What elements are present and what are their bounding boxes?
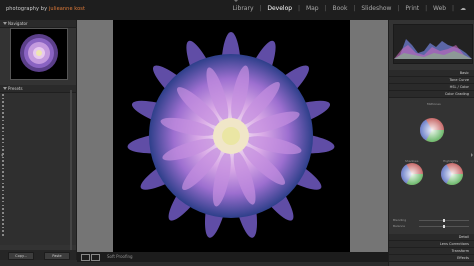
collapse-triangle-icon[interactable] [3,87,7,90]
softproof-label[interactable]: Soft Proofing [107,254,133,259]
module-separator: | [324,5,327,12]
hsl-panel-header[interactable]: HSL / Color [389,84,474,91]
identity-prefix: photography by [6,6,49,12]
effects-panel-header[interactable]: Effects [389,255,474,262]
module-separator: | [298,5,301,12]
blending-label: Blending [393,218,407,222]
module-separator: | [397,5,400,12]
paste-button[interactable]: Paste [44,252,70,260]
slider-knob[interactable] [443,219,445,222]
balance-slider[interactable] [419,225,469,228]
transform-title: Transform [451,249,469,253]
detail-title: Detail [458,235,469,239]
blending-slider[interactable] [419,219,469,222]
left-panel: Navigator Presets Copy... Paste [0,20,77,260]
midtones-label: Midtones [427,102,441,106]
basic-panel-header[interactable]: Basic [389,70,474,77]
before-after-icon[interactable] [91,254,100,261]
left-panel-buttons: Copy... Paste [0,250,76,260]
transform-panel-header[interactable]: Transform [389,248,474,255]
collapse-triangle-icon[interactable] [3,22,7,25]
presets-scrollbar[interactable] [70,90,72,252]
presets-title: Presets [8,86,23,91]
tone-curve-panel-header[interactable]: Tone Curve [389,77,474,84]
module-library[interactable]: Library [233,5,254,12]
identity-bar: photography by julieanne kost Library | … [0,0,474,21]
copy-button[interactable]: Copy... [8,252,34,260]
module-web[interactable]: Web [433,5,446,12]
main-photo[interactable] [113,20,350,252]
histogram[interactable] [393,24,473,64]
image-canvas[interactable] [77,20,388,252]
lens-panel-header[interactable]: Lens Corrections [389,241,474,248]
module-book[interactable]: Book [333,5,348,12]
slider-knob[interactable] [443,225,445,228]
preset-row[interactable] [0,233,76,237]
histogram-graph [394,25,472,63]
hsl-title: HSL / Color [449,85,469,89]
module-separator: | [259,5,262,12]
identity-name: julieanne kost [48,6,86,12]
module-separator: | [425,5,428,12]
left-panel-toggle-icon[interactable] [1,153,3,157]
color-grading-wheels[interactable] [389,100,474,218]
tone-curve-title: Tone Curve [449,78,470,82]
chrysanthemum-image [113,20,350,252]
flower-thumbnail [11,29,67,79]
loupe-view-icon[interactable] [81,254,90,261]
basic-title: Basic [459,71,469,75]
module-map[interactable]: Map [306,5,319,12]
module-picker: Library | Develop | Map | Book | Slidesh… [229,5,466,12]
balance-label: Balance [393,224,405,228]
top-panel-toggle-icon[interactable] [234,0,238,2]
shadows-label: Shadows [405,159,419,163]
navigator-title: Navigator [8,21,28,26]
effects-title: Effects [457,256,469,260]
toolbar: Soft Proofing [77,252,388,262]
navigator-header[interactable]: Navigator [0,20,76,28]
module-separator: | [452,5,455,12]
module-slideshow[interactable]: Slideshow [361,5,391,12]
presets-header[interactable]: Presets [0,85,76,93]
color-grading-title: Color Grading [444,92,469,96]
presets-list [0,93,76,245]
lens-title: Lens Corrections [439,242,469,246]
module-develop[interactable]: Develop [267,5,292,12]
right-panel-toggle-icon[interactable] [471,153,473,157]
highlights-label: Highlights [443,159,459,163]
right-panel: Basic Tone Curve HSL / Color Color Gradi… [388,20,474,266]
module-separator: | [353,5,356,12]
identity-plate: photography by julieanne kost [6,6,85,12]
module-print[interactable]: Print [405,5,419,12]
color-grading-panel-header[interactable]: Color Grading [389,91,474,98]
cloud-sync-icon[interactable]: ☁ [460,5,466,12]
navigator-preview[interactable] [10,28,68,80]
detail-panel-header[interactable]: Detail [389,234,474,241]
